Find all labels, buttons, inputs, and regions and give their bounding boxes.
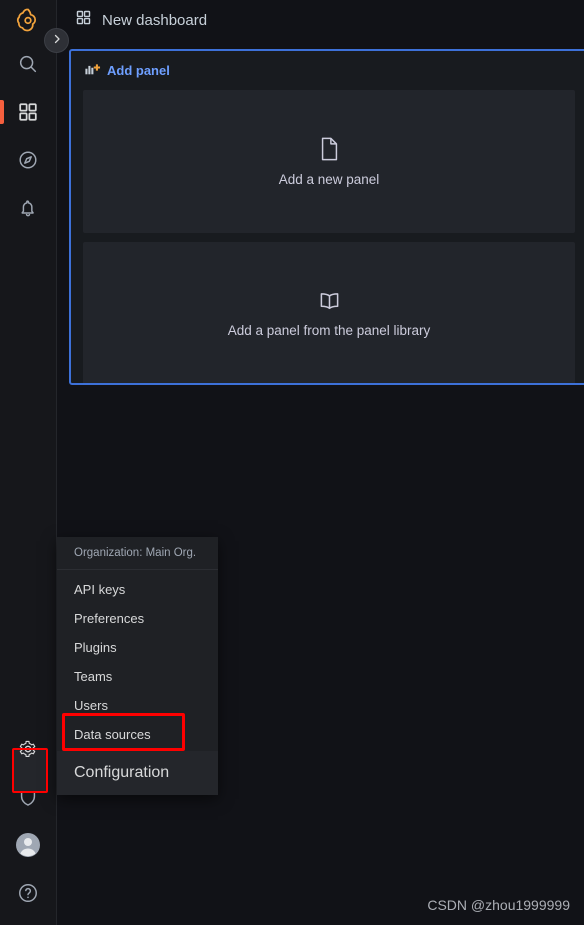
sidebar-item-configuration[interactable] bbox=[0, 725, 57, 773]
avatar-icon bbox=[15, 832, 41, 858]
menu-item-list: API keys Preferences Plugins Teams Users… bbox=[57, 570, 218, 749]
add-panel-from-library-option[interactable]: Add a panel from the panel library bbox=[83, 242, 575, 383]
menu-item-data-sources[interactable]: Data sources bbox=[57, 720, 218, 749]
file-blank-icon bbox=[319, 137, 340, 166]
watermark-text: CSDN @zhou1999999 bbox=[427, 897, 570, 913]
add-new-panel-label: Add a new panel bbox=[278, 171, 380, 187]
add-panel-from-library-label: Add a panel from the panel library bbox=[227, 322, 431, 338]
grafana-dashboard-screen: New dashboard Add panel Add a new panel … bbox=[0, 0, 584, 925]
bar-chart-plus-icon bbox=[85, 62, 101, 80]
question-circle-icon bbox=[17, 882, 39, 904]
menu-item-teams[interactable]: Teams bbox=[57, 662, 218, 691]
dashboards-grid-icon bbox=[75, 9, 92, 31]
book-open-icon bbox=[318, 291, 341, 317]
add-panel-widget: Add panel Add a new panel Add a panel fr… bbox=[69, 49, 584, 385]
add-panel-options: Add a new panel Add a panel from the pan… bbox=[71, 90, 584, 383]
sidebar-item-dashboards[interactable] bbox=[0, 88, 57, 136]
menu-org-label: Organization: Main Org. bbox=[57, 537, 218, 570]
top-header: New dashboard bbox=[57, 0, 584, 40]
add-new-panel-option[interactable]: Add a new panel bbox=[83, 90, 575, 233]
page-title: New dashboard bbox=[102, 11, 208, 29]
sidebar-item-alerting[interactable] bbox=[0, 184, 57, 232]
menu-footer-configuration[interactable]: Configuration bbox=[57, 751, 218, 795]
menu-item-preferences[interactable]: Preferences bbox=[57, 604, 218, 633]
chevron-right-icon bbox=[51, 32, 63, 50]
sidebar-bottom-group bbox=[0, 725, 57, 925]
add-panel-header: Add panel bbox=[71, 51, 584, 90]
bell-icon bbox=[17, 197, 39, 219]
menu-item-plugins[interactable]: Plugins bbox=[57, 633, 218, 662]
menu-item-api-keys[interactable]: API keys bbox=[57, 575, 218, 604]
search-icon bbox=[17, 53, 39, 75]
sidebar-item-user-profile[interactable] bbox=[0, 821, 57, 869]
configuration-flyout-menu: Organization: Main Org. API keys Prefere… bbox=[57, 537, 218, 795]
gear-icon bbox=[17, 738, 39, 760]
expand-sidebar-button[interactable] bbox=[44, 28, 69, 53]
sidebar-item-help[interactable] bbox=[0, 869, 57, 917]
add-panel-title: Add panel bbox=[107, 63, 170, 78]
menu-item-users[interactable]: Users bbox=[57, 691, 218, 720]
compass-icon bbox=[17, 149, 39, 171]
dashboards-grid-icon bbox=[17, 101, 39, 123]
sidebar-item-explore[interactable] bbox=[0, 136, 57, 184]
